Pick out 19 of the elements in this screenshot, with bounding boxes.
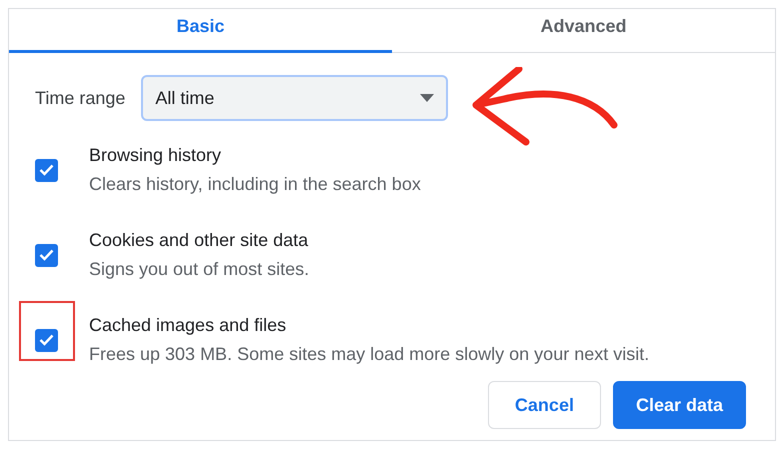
tab[interactable]: Basic	[9, 9, 392, 53]
clear-data-button[interactable]: Clear data	[612, 381, 746, 429]
checkbox[interactable]	[35, 328, 58, 352]
checkmark-icon	[39, 334, 54, 346]
time-range-label: Time range	[35, 88, 126, 108]
checkbox[interactable]	[35, 244, 58, 266]
option-description: Clears history, including in the search box	[89, 174, 421, 195]
option-title: Browsing history	[89, 145, 222, 166]
option-title: Cookies and other site data	[89, 230, 310, 251]
option-description: Signs you out of most sites.	[89, 259, 310, 280]
tab[interactable]: Advanced	[392, 9, 775, 53]
option-title: Cached images and files	[89, 315, 288, 336]
caret-icon	[420, 94, 434, 102]
cancel-button[interactable]: Cancel	[488, 381, 601, 429]
checkbox[interactable]	[35, 158, 58, 182]
checkmark-icon	[39, 164, 54, 176]
time-range-dropdown[interactable]: All time	[141, 75, 448, 121]
option-description: Frees up 303 MB. Some sites may load more slowly on your next visit.	[89, 344, 650, 365]
checkmark-icon	[39, 249, 54, 261]
